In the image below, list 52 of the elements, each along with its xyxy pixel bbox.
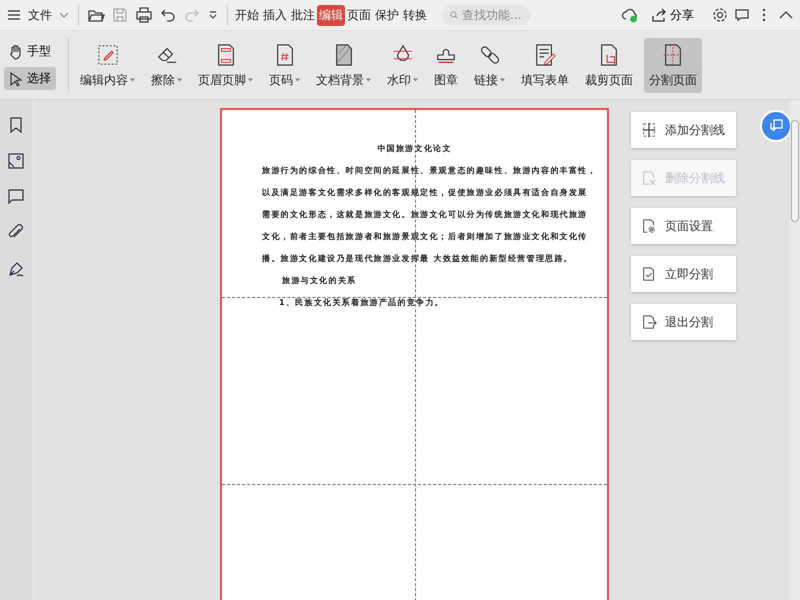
toolbar-button[interactable]: 页眉页脚 bbox=[193, 38, 258, 92]
chain-link-icon bbox=[478, 44, 500, 66]
ribbon-tab[interactable]: 批注 bbox=[289, 4, 317, 26]
ribbon-tab[interactable]: 编辑 bbox=[317, 4, 345, 26]
toolbar-button[interactable]: 擦除 bbox=[146, 38, 187, 92]
cloud-sync-icon[interactable] bbox=[621, 6, 639, 24]
export-float-button[interactable] bbox=[760, 110, 792, 142]
toolbar-button[interactable]: 裁剪页面 bbox=[580, 38, 638, 92]
document-text-line: 旅游与文化的关系 bbox=[281, 275, 358, 287]
page-exit-icon bbox=[641, 314, 657, 330]
export-icon bbox=[769, 119, 783, 133]
form-pencil-icon bbox=[534, 44, 556, 66]
share-icon bbox=[651, 7, 667, 23]
toolbar-button[interactable]: 分割页面 bbox=[644, 38, 702, 92]
toolbar-button[interactable]: 页码 bbox=[264, 38, 305, 92]
ribbon-tab[interactable]: 开始 bbox=[233, 4, 261, 26]
split-panel-button[interactable]: 页面设置 bbox=[631, 208, 736, 244]
page-check-icon bbox=[641, 266, 657, 282]
document-text-line: 1、民族文化关系着旅游产品的竞争力。 bbox=[278, 297, 445, 309]
mode-button[interactable]: 选择 bbox=[4, 67, 56, 90]
toolbar-button[interactable]: 图章 bbox=[429, 38, 463, 92]
page-gear-icon bbox=[641, 218, 657, 234]
add-split-line-icon bbox=[641, 122, 657, 138]
cursor-arrow-icon bbox=[8, 70, 24, 86]
document-text-line: 以及满足游客文化需求多样化的客观规定性，促使旅游业必须具有适合自身发展 bbox=[261, 187, 588, 199]
ribbon-tab[interactable]: 插入 bbox=[261, 4, 289, 26]
ribbon-tab[interactable]: 保护 bbox=[373, 4, 401, 26]
settings-icon[interactable] bbox=[712, 7, 728, 23]
search-field[interactable]: 查找功能... bbox=[442, 5, 530, 25]
share-button[interactable]: 分享 bbox=[645, 6, 700, 24]
split-panel-button[interactable]: 退出分割 bbox=[631, 304, 736, 340]
toolbar-button[interactable]: 文档背景 bbox=[311, 38, 376, 92]
toolbar-button[interactable]: 填写表单 bbox=[516, 38, 574, 92]
file-menu[interactable]: 文件 bbox=[28, 6, 52, 24]
ribbon-tab[interactable]: 页面 bbox=[345, 4, 373, 26]
split-panel-button[interactable]: 添加分割线 bbox=[631, 112, 736, 148]
pencil-frame-icon bbox=[96, 44, 118, 66]
more-caret-icon[interactable] bbox=[207, 9, 219, 21]
toolbar-button[interactable]: 链接 bbox=[469, 38, 510, 92]
print-icon[interactable] bbox=[135, 6, 153, 24]
comment-icon[interactable] bbox=[734, 7, 750, 23]
toolbar-button[interactable]: 水印 bbox=[382, 38, 423, 92]
ribbon-tab[interactable]: 转换 bbox=[401, 4, 429, 26]
comment-icon[interactable] bbox=[7, 188, 25, 206]
split-panel-button[interactable]: 立即分割 bbox=[631, 256, 736, 292]
image-icon[interactable] bbox=[7, 152, 25, 170]
pen-nib-icon[interactable] bbox=[7, 260, 25, 278]
split-page-icon bbox=[662, 44, 684, 66]
crop-page-icon bbox=[598, 44, 620, 66]
delete-split-line-icon bbox=[641, 170, 657, 186]
toolbar-button[interactable]: 编辑内容 bbox=[75, 38, 140, 92]
mode-button[interactable]: 手型 bbox=[4, 40, 56, 63]
